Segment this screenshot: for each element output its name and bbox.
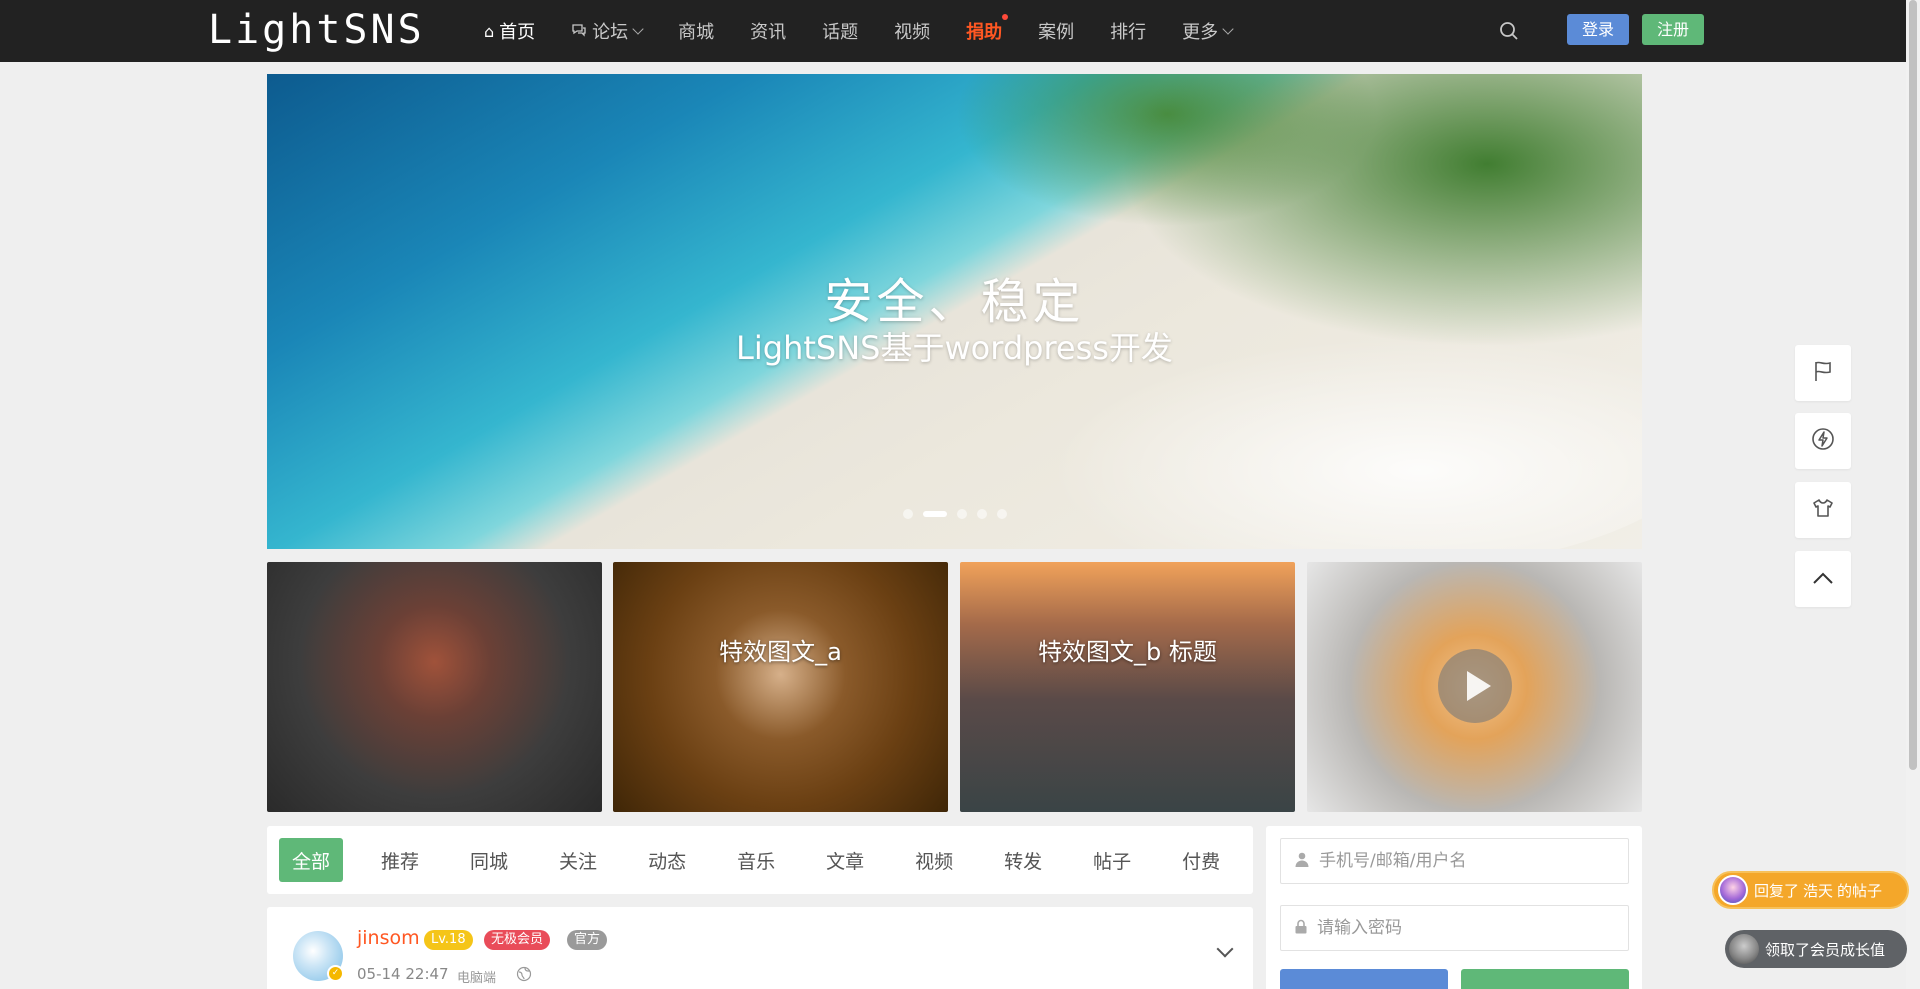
tab-moments[interactable]: 动态 — [635, 838, 699, 882]
carousel-dot-active[interactable] — [922, 511, 947, 517]
tab-articles[interactable]: 文章 — [813, 838, 877, 882]
nav-label: 话题 — [822, 22, 859, 43]
main-nav: ⌂ 首页 论坛 商城 资讯 话题 视频 捐助 案例 排行 更多 — [484, 0, 1268, 62]
home-icon: ⌂ — [484, 21, 495, 41]
nav-label: 首页 — [499, 22, 536, 43]
search-icon[interactable] — [1499, 21, 1519, 41]
avatar — [1718, 875, 1748, 905]
nav-item-home[interactable]: ⌂ 首页 — [484, 18, 535, 44]
chevron-down-icon — [632, 22, 644, 35]
shirt-icon — [1812, 498, 1834, 522]
tab-all[interactable]: 全部 — [279, 838, 344, 882]
tab-videos[interactable]: 视频 — [902, 838, 966, 882]
notification-dot — [1002, 14, 1009, 20]
register-submit-button[interactable] — [1461, 969, 1629, 989]
quick-action-button[interactable] — [1795, 413, 1851, 469]
tab-posts[interactable]: 帖子 — [1080, 838, 1144, 882]
thumbnail-card[interactable]: 特效图文_a — [613, 562, 948, 812]
scrollbar-thumb[interactable] — [1909, 0, 1917, 770]
carousel-dot[interactable] — [976, 509, 987, 519]
nav-item-donate[interactable]: 捐助 — [966, 14, 1009, 44]
tab-nearby[interactable]: 同城 — [457, 838, 521, 882]
carousel-dot[interactable] — [902, 509, 913, 519]
post-card: ✓ jinsom Lv.18 无极会员 官方 05-14 22:47 电脑端 — [267, 907, 1253, 989]
chevron-down-icon[interactable] — [1216, 940, 1234, 958]
video-thumbnail-card[interactable] — [1307, 562, 1642, 812]
level-badge: Lv.18 — [424, 930, 473, 950]
nav-item-news[interactable]: 资讯 — [750, 18, 786, 44]
lightning-icon — [1811, 427, 1835, 455]
account-input[interactable] — [1319, 851, 1619, 871]
nav-item-more[interactable]: 更多 — [1182, 18, 1234, 44]
site-logo[interactable]: LightSNS — [208, 8, 425, 52]
register-button[interactable]: 注册 — [1642, 14, 1704, 45]
post-time: 05-14 22:47 — [357, 965, 449, 983]
thumbnail-caption: 特效图文_b 标题 — [1038, 638, 1217, 666]
nav-label: 更多 — [1182, 22, 1219, 43]
chevron-up-icon — [1812, 570, 1834, 589]
vip-badge: 无极会员 — [484, 930, 551, 950]
account-field[interactable] — [1280, 838, 1629, 884]
password-input[interactable] — [1317, 918, 1617, 938]
tab-following[interactable]: 关注 — [546, 838, 610, 882]
carousel-dot[interactable] — [956, 509, 967, 519]
nav-item-topics[interactable]: 话题 — [822, 18, 858, 44]
toast-text: 的帖子 — [1837, 881, 1883, 900]
tab-paid[interactable]: 付费 — [1169, 838, 1233, 882]
login-button[interactable]: 登录 — [1567, 14, 1629, 45]
chevron-down-icon — [1222, 22, 1234, 35]
thumbnail-card[interactable]: 特效图文_b 标题 — [960, 562, 1295, 812]
nav-label: 商城 — [678, 22, 715, 43]
nav-item-shop[interactable]: 商城 — [678, 18, 714, 44]
flag-icon — [1812, 360, 1834, 386]
nav-label: 案例 — [1038, 22, 1075, 43]
top-navbar: LightSNS ⌂ 首页 论坛 商城 资讯 话题 视频 捐助 案例 排行 更多… — [0, 0, 1920, 62]
chat-bubbles-icon — [571, 22, 587, 41]
tab-reposts[interactable]: 转发 — [991, 838, 1055, 882]
nav-label: 排行 — [1110, 22, 1147, 43]
carousel-dot[interactable] — [996, 509, 1007, 519]
carousel-pagination — [267, 509, 1642, 519]
nav-label: 视频 — [894, 22, 931, 43]
toast-text: 回复了 — [1754, 881, 1800, 900]
password-field[interactable] — [1280, 905, 1629, 951]
play-icon[interactable] — [1438, 649, 1512, 723]
nav-item-ranking[interactable]: 排行 — [1110, 18, 1146, 44]
tab-music[interactable]: 音乐 — [724, 838, 788, 882]
back-to-top-button[interactable] — [1795, 551, 1851, 607]
nav-item-video[interactable]: 视频 — [894, 18, 930, 44]
hero-banner[interactable]: 安全、稳定 LightSNS基于wordpress开发 — [267, 74, 1642, 549]
activity-toast[interactable]: 领取了会员成长值 — [1725, 930, 1907, 968]
nav-item-cases[interactable]: 案例 — [1038, 18, 1074, 44]
nav-label: 论坛 — [592, 22, 629, 43]
nav-label: 资讯 — [750, 22, 787, 43]
toast-username[interactable]: 浩天 — [1803, 880, 1833, 901]
toast-text: 领取了会员成长值 — [1765, 940, 1886, 959]
feedback-button[interactable] — [1795, 345, 1851, 401]
banner-subtitle: LightSNS基于wordpress开发 — [736, 329, 1173, 367]
globe-icon — [516, 966, 532, 982]
tab-recommend[interactable]: 推荐 — [368, 838, 432, 882]
feed-tabs: 全部 推荐 同城 关注 动态 音乐 文章 视频 转发 帖子 付费 — [267, 826, 1253, 894]
lock-icon — [1295, 919, 1307, 938]
theme-button[interactable] — [1795, 482, 1851, 538]
activity-toast[interactable]: 回复了 浩天 的帖子 — [1712, 871, 1909, 909]
thumbnail-caption: 特效图文_a — [719, 638, 842, 666]
nav-label: 捐助 — [966, 22, 1003, 43]
login-submit-button[interactable] — [1280, 969, 1448, 989]
nav-item-forum[interactable]: 论坛 — [571, 18, 644, 44]
thumbnail-card[interactable] — [267, 562, 602, 812]
user-icon — [1295, 852, 1309, 871]
post-username[interactable]: jinsom — [357, 927, 420, 949]
login-panel — [1266, 826, 1642, 989]
banner-title: 安全、稳定 — [824, 274, 1085, 330]
post-device: 电脑端 — [457, 971, 497, 986]
avatar — [1729, 934, 1759, 964]
official-badge: 官方 — [567, 930, 608, 950]
verified-icon: ✓ — [327, 965, 344, 982]
